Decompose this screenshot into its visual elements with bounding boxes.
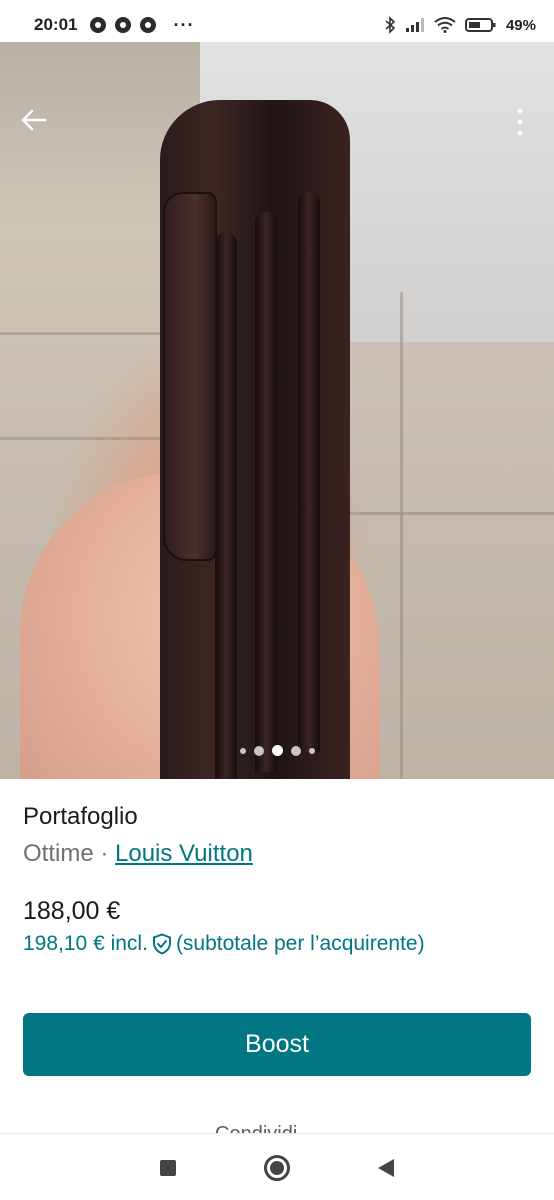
status-right: 49% (384, 16, 536, 34)
carousel-dot-active (272, 745, 283, 756)
item-title: Portafoglio (23, 803, 138, 830)
price-with-protection[interactable]: 198,10 € incl. (subtotale per l’acquiren… (23, 928, 533, 960)
item-info: Portafoglio Ottime · Louis Vuitton 188,0… (23, 800, 533, 960)
item-price: 188,00 € (23, 897, 121, 925)
back-button[interactable] (16, 102, 52, 138)
item-subtitle: Ottime · Louis Vuitton (23, 838, 533, 870)
price-incl: 198,10 € incl. (23, 932, 148, 955)
separator: · (93, 840, 116, 867)
system-nav-bar (0, 1133, 554, 1200)
wallet-flap (163, 192, 217, 561)
item-photo[interactable] (0, 42, 554, 779)
more-vertical-icon (517, 108, 523, 136)
tile-grout (0, 437, 170, 440)
more-options-button[interactable] (506, 104, 534, 140)
nav-back-icon[interactable] (378, 1158, 394, 1177)
wallet-pocket (215, 232, 237, 779)
signal-icon (405, 18, 424, 32)
chrome-icon (140, 17, 157, 33)
wifi-icon (434, 17, 456, 33)
item-condition: Ottime (23, 840, 94, 867)
back-arrow-icon (21, 109, 47, 131)
chrome-icon (115, 17, 132, 33)
carousel-dot (309, 747, 315, 754)
home-icon[interactable] (264, 1154, 290, 1181)
tile-grout (400, 292, 403, 779)
tile-grout (350, 512, 554, 515)
status-left: 20:01 ··· (34, 15, 194, 36)
boost-button[interactable]: Boost (23, 1013, 531, 1076)
carousel-indicator (240, 745, 315, 756)
battery-icon (464, 18, 496, 32)
more-notifications-icon: ··· (173, 14, 195, 35)
carousel-dot (254, 745, 264, 756)
brand-link[interactable]: Louis Vuitton (115, 840, 253, 867)
chrome-icon (90, 17, 107, 33)
battery-percentage: 49% (505, 16, 536, 34)
shield-check-icon (152, 933, 171, 955)
carousel-dot (291, 745, 301, 756)
wallet-pocket (298, 192, 320, 752)
screen: 20:01 ··· 49% Portafoglio Ottime · Louis… (0, 0, 554, 1200)
wallet-pocket (255, 212, 277, 772)
status-time: 20:01 (34, 15, 78, 34)
recents-icon[interactable] (160, 1159, 176, 1176)
carousel-dot (240, 747, 246, 754)
price-incl-note: (subtotale per l’acquirente) (175, 932, 425, 955)
bluetooth-icon (385, 16, 396, 34)
